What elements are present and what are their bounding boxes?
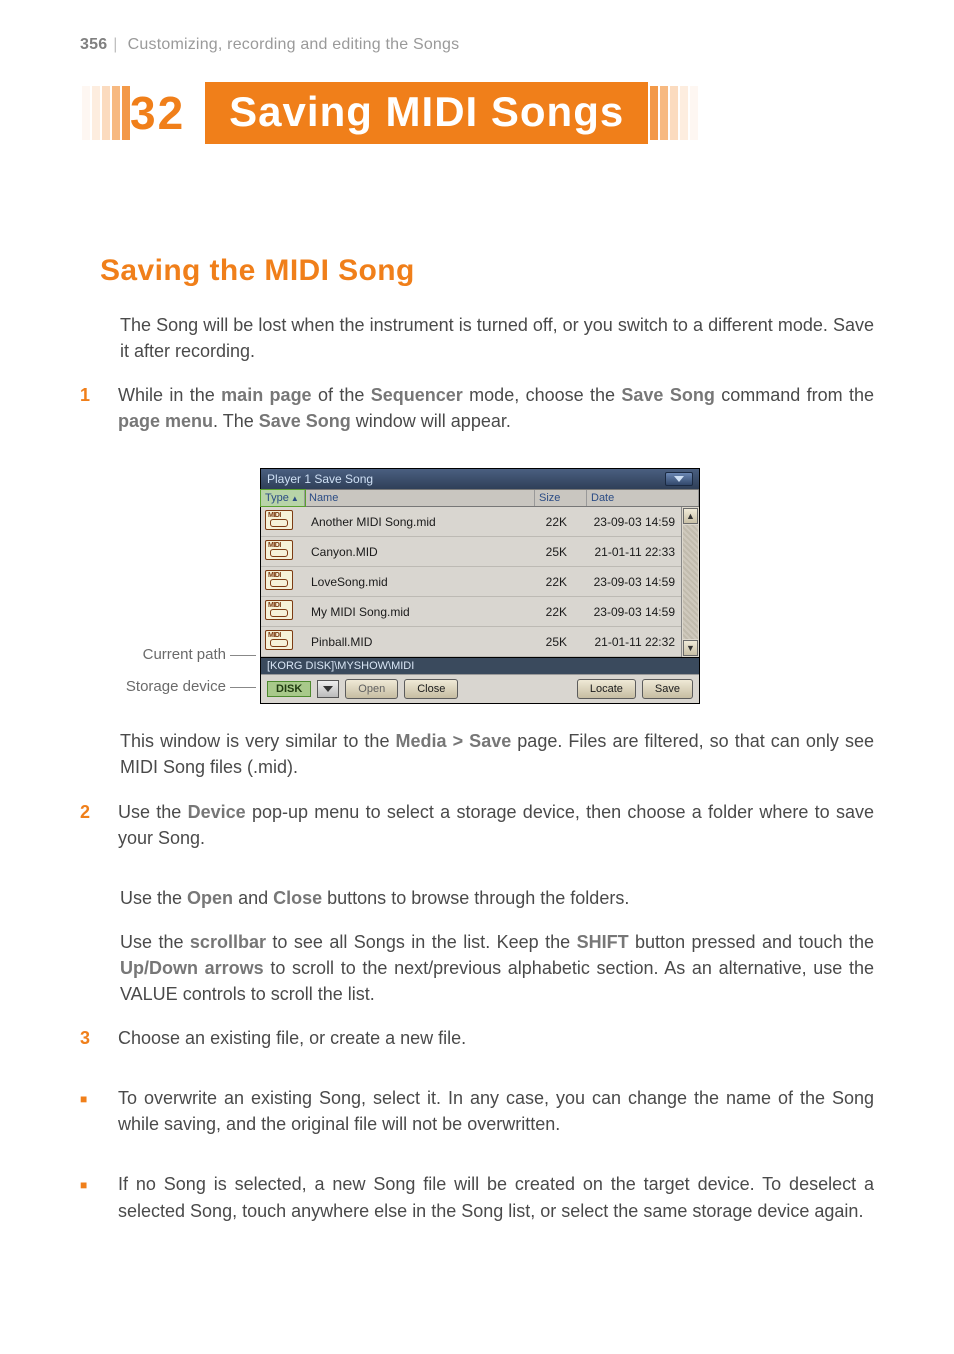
bullet-marker-icon: ■ — [80, 1085, 104, 1155]
step-2-paragraph-2: Use the Open and Close buttons to browse… — [120, 885, 874, 911]
file-name: LoveSong.mid — [305, 575, 523, 589]
running-header: 356 | Customizing, recording and editing t… — [80, 36, 874, 54]
step-3-number: 3 — [80, 1025, 104, 1069]
file-size: 22K — [523, 575, 571, 589]
bullet-2: ■ If no Song is selected, a new Song fil… — [80, 1171, 874, 1241]
bullet-marker-icon: ■ — [80, 1171, 104, 1241]
file-list-header: Type▲ Name Size Date — [261, 489, 699, 507]
after-shot-paragraph: This window is very similar to the Media… — [120, 728, 874, 780]
step-2-paragraph-3: Use the scrollbar to see all Songs in th… — [120, 929, 874, 1007]
step-1: 1 While in the main page of the Sequence… — [80, 382, 874, 452]
bullet-1-text: To overwrite an existing Song, select it… — [118, 1085, 874, 1137]
current-path-bar: [KORG DISK]\MYSHOW\MIDI — [261, 657, 699, 674]
callout-current-path: Current path — [143, 646, 256, 663]
window-footer: DISK Open Close Locate Save — [261, 674, 699, 703]
file-size: 22K — [523, 605, 571, 619]
window-titlebar: Player 1 Save Song — [261, 469, 699, 489]
running-title: Customizing, recording and editing the S… — [128, 36, 460, 53]
file-date: 23-09-03 14:59 — [571, 575, 677, 589]
intro-paragraph: The Song will be lost when the instrumen… — [120, 312, 874, 364]
file-row[interactable]: Canyon.MID 25K 21-01-11 22:33 — [261, 537, 681, 567]
bullet-2-text: If no Song is selected, a new Song file … — [118, 1171, 874, 1223]
header-date[interactable]: Date — [587, 490, 699, 506]
chapter-number: 32 — [130, 86, 205, 140]
file-name: Another MIDI Song.mid — [305, 515, 523, 529]
chapter-heading: 32Saving MIDI Songs — [80, 82, 874, 144]
file-date: 21-01-11 22:33 — [571, 545, 677, 559]
file-date: 21-01-11 22:32 — [571, 635, 677, 649]
scroll-up-button[interactable]: ▲ — [683, 508, 698, 524]
window-title: Player 1 Save Song — [267, 472, 373, 486]
midi-file-icon — [265, 570, 293, 590]
device-dropdown[interactable] — [317, 680, 339, 698]
midi-file-icon — [265, 510, 293, 530]
step-1-text: While in the main page of the Sequencer … — [118, 382, 874, 434]
save-button[interactable]: Save — [642, 679, 693, 699]
file-row[interactable]: Pinball.MID 25K 21-01-11 22:32 — [261, 627, 681, 657]
step-3: 3 Choose an existing file, or create a n… — [80, 1025, 874, 1069]
close-button[interactable]: Close — [404, 679, 458, 699]
step-1-number: 1 — [80, 382, 104, 452]
open-button[interactable]: Open — [345, 679, 398, 699]
file-date: 23-09-03 14:59 — [571, 515, 677, 529]
midi-file-icon — [265, 630, 293, 650]
decor-bars-left — [80, 86, 130, 140]
sort-indicator-icon: ▲ — [291, 494, 299, 503]
step-2: 2 Use the Device pop-up menu to select a… — [80, 799, 874, 869]
step-3-text: Choose an existing file, or create a new… — [118, 1025, 874, 1051]
file-row[interactable]: Another MIDI Song.mid 22K 23-09-03 14:59 — [261, 507, 681, 537]
file-row[interactable]: LoveSong.mid 22K 23-09-03 14:59 — [261, 567, 681, 597]
file-list[interactable]: Another MIDI Song.mid 22K 23-09-03 14:59… — [261, 507, 681, 657]
scroll-down-button[interactable]: ▼ — [683, 640, 698, 656]
locate-button[interactable]: Locate — [577, 679, 636, 699]
page-number: 356 — [80, 36, 107, 53]
midi-file-icon — [265, 600, 293, 620]
header-divider: | — [113, 36, 117, 53]
decor-bars-right — [648, 86, 698, 140]
chapter-title: Saving MIDI Songs — [205, 82, 648, 144]
file-row[interactable]: My MIDI Song.mid 22K 23-09-03 14:59 — [261, 597, 681, 627]
file-size: 25K — [523, 545, 571, 559]
screenshot-figure: Current path Storage device Player 1 Sav… — [120, 468, 874, 708]
step-2-number: 2 — [80, 799, 104, 869]
device-label: DISK — [267, 681, 311, 697]
file-name: Pinball.MID — [305, 635, 523, 649]
midi-file-icon — [265, 540, 293, 560]
scroll-track[interactable] — [683, 525, 698, 639]
file-name: My MIDI Song.mid — [305, 605, 523, 619]
section-heading: Saving the MIDI Song — [100, 254, 874, 288]
header-type[interactable]: Type▲ — [261, 490, 305, 506]
callout-storage-device: Storage device — [126, 678, 256, 695]
page-menu-button[interactable] — [665, 472, 693, 486]
file-size: 22K — [523, 515, 571, 529]
header-name[interactable]: Name — [305, 490, 535, 506]
header-size[interactable]: Size — [535, 490, 587, 506]
save-song-window: Player 1 Save Song Type▲ Name Size Date … — [260, 468, 700, 704]
file-size: 25K — [523, 635, 571, 649]
bullet-1: ■ To overwrite an existing Song, select … — [80, 1085, 874, 1155]
file-date: 23-09-03 14:59 — [571, 605, 677, 619]
step-2-text: Use the Device pop-up menu to select a s… — [118, 799, 874, 851]
screenshot-callouts: Current path Storage device — [120, 468, 260, 708]
file-list-scrollbar[interactable]: ▲ ▼ — [681, 507, 699, 657]
file-name: Canyon.MID — [305, 545, 523, 559]
